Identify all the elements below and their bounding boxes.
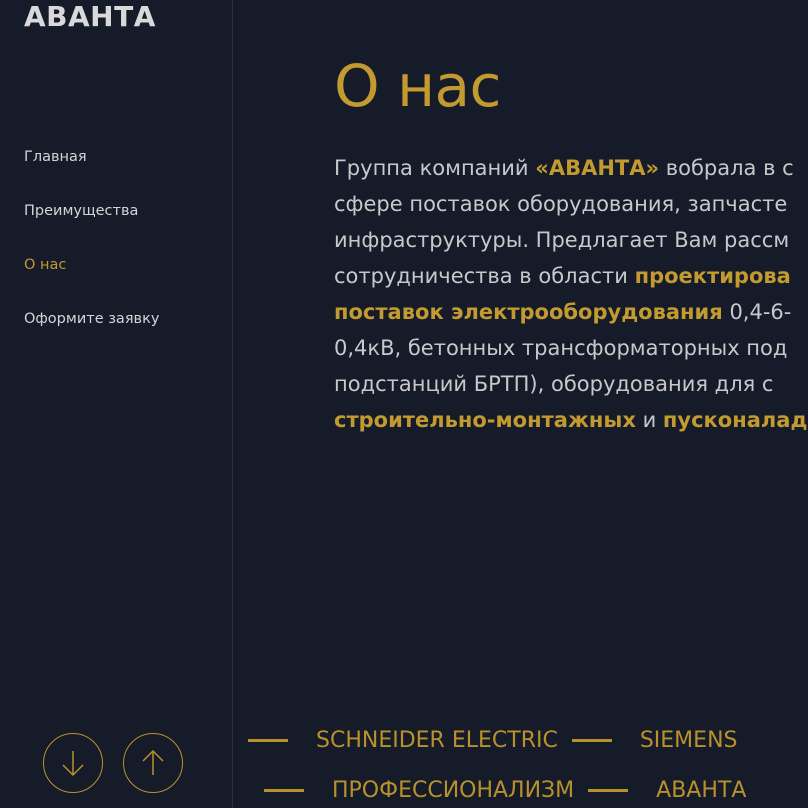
values-ticker: ПРОФЕССИОНАЛИЗМ АВАНТА (234, 770, 808, 808)
nav-item-advantages[interactable]: Преимущества (24, 200, 159, 254)
nav-item-request[interactable]: Оформите заявку (24, 308, 159, 362)
about-section: О нас Группа компаний «АВАНТА» вобрала в… (334, 0, 808, 808)
nav-link-advantages[interactable]: Преимущества (24, 203, 138, 219)
text-run: Группа компаний (334, 156, 536, 180)
highlight-text: строительно-монтажных (334, 408, 636, 432)
sidebar: АВАНТА Главная Преимущества О нас Оформи… (0, 0, 233, 808)
ticker-item: SIEMENS (639, 727, 738, 753)
ticker-dash (264, 788, 304, 792)
ticker-dash (248, 738, 288, 742)
nav-item-about[interactable]: О нас (24, 254, 159, 308)
highlight-text: поставок электрооборудования (334, 300, 723, 324)
nav-link-home[interactable]: Главная (24, 149, 87, 165)
paragraph-line: Группа компаний «АВАНТА» вобрала в с (334, 150, 808, 186)
text-run: 0,4-6- (722, 300, 792, 324)
nav-link-about[interactable]: О нас (24, 257, 66, 273)
logo[interactable]: АВАНТА (24, 0, 156, 33)
ticker-item: ПРОФЕССИОНАЛИЗМ (332, 777, 575, 803)
paragraph-line: сфере поставок оборудования, запчасте (334, 186, 808, 222)
ticker-dash (571, 738, 612, 742)
ticker-row: SCHNEIDER ELECTRIC SIEMENS (234, 720, 738, 760)
text-run: инфраструктуры. Предлагает Вам рассм (334, 228, 790, 252)
ticker-item: АВАНТА (656, 777, 747, 803)
text-run: и (635, 408, 663, 432)
ticker-item: SCHNEIDER ELECTRIC (316, 727, 558, 753)
nav-link-request[interactable]: Оформите заявку (24, 311, 159, 327)
partners-ticker: SCHNEIDER ELECTRIC SIEMENS (234, 720, 808, 760)
highlight-text: проектирова (634, 264, 791, 288)
main-nav: Главная Преимущества О нас Оформите заяв… (24, 146, 159, 362)
scroll-up-button[interactable] (123, 733, 183, 793)
arrow-down-icon (62, 751, 84, 777)
ticker-dash (588, 788, 629, 792)
arrow-up-icon (142, 749, 164, 775)
paragraph-line: подстанций БРТП), оборудования для с (334, 366, 808, 402)
brand-highlight: «АВАНТА» (535, 156, 660, 180)
ticker-row: ПРОФЕССИОНАЛИЗМ АВАНТА (250, 770, 746, 808)
about-paragraph: Группа компаний «АВАНТА» вобрала в с сфе… (334, 150, 808, 438)
paragraph-line: поставок электрооборудования 0,4-6- (334, 294, 808, 330)
scroll-down-button[interactable] (43, 733, 103, 793)
paragraph-line: сотрудничества в области проектирова (334, 258, 808, 294)
text-run: сфере поставок оборудования, запчасте (334, 192, 788, 216)
text-run: 0,4кВ, бетонных трансформаторных под (334, 336, 788, 360)
text-run: вобрала в с (659, 156, 794, 180)
highlight-text: пусконалад (662, 408, 808, 432)
text-run: сотрудничества в области (334, 264, 635, 288)
paragraph-line: инфраструктуры. Предлагает Вам рассм (334, 222, 808, 258)
paragraph-line: 0,4кВ, бетонных трансформаторных под (334, 330, 808, 366)
paragraph-line: строительно-монтажных и пусконалад (334, 402, 808, 438)
nav-item-home[interactable]: Главная (24, 146, 159, 200)
page-title: О нас (334, 52, 501, 120)
text-run: подстанций БРТП), оборудования для с (334, 372, 774, 396)
